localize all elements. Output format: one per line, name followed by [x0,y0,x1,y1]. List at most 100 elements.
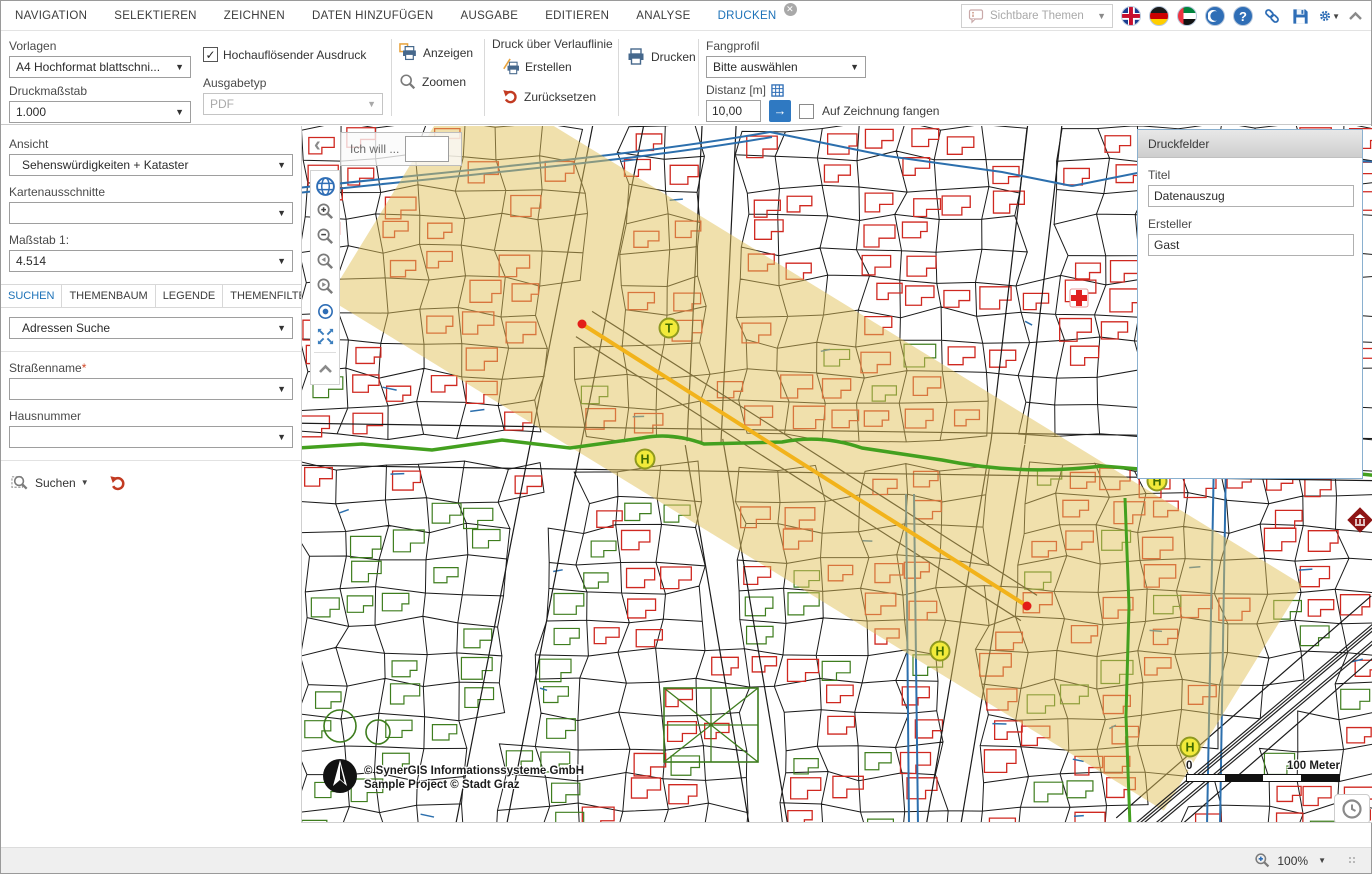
map-marker-t-0[interactable]: T [659,318,680,339]
anzeigen-button[interactable]: Anzeigen [399,43,473,62]
help-icon[interactable]: ? [1233,6,1253,26]
massstab-value: 4.514 [16,254,46,268]
map-attribution: © SynerGIS Informationssysteme GmbH Samp… [364,764,584,792]
language-english-icon[interactable] [1121,6,1141,26]
page-zoom-icon[interactable] [1254,852,1271,869]
fangen-label: Auf Zeichnung fangen [822,104,939,118]
zuruecksetzen-button[interactable]: Zurücksetzen [502,88,613,105]
scale-distance-label: 100 Meter [1287,760,1340,772]
tab-ausgabe[interactable]: AUSGABE [461,10,519,22]
suchen-caret-icon[interactable]: ▼ [81,478,89,487]
link-icon[interactable] [1261,6,1282,27]
hochaufloesend-checkbox-row[interactable]: ✓ Hochauflösender Ausdruck [203,47,383,62]
top-tab-bar: NAVIGATION SELEKTIEREN ZEICHNEN DATEN HI… [1,1,1371,31]
map-viewport[interactable]: ‹ Ich will ... [301,126,1372,823]
suchen-button[interactable]: Suchen ▼ [11,473,89,492]
ersteller-label: Ersteller [1148,217,1352,231]
sidebar-tab-suchen[interactable]: SUCHEN [1,285,62,307]
vorlagen-select[interactable]: A4 Hochformat blattschni...▼ [9,56,191,78]
gear-caret-icon: ▼ [1332,12,1340,21]
scale-zero-label: 0 [1186,760,1192,772]
drucken-button[interactable]: Drucken [626,47,696,67]
night-mode-icon[interactable] [1205,6,1225,26]
ich-will-input[interactable] [405,136,449,162]
language-german-icon[interactable] [1149,6,1169,26]
massstab-select[interactable]: 4.514▼ [9,250,293,272]
ich-will-label: Ich will ... [350,142,399,156]
anzeigen-label: Anzeigen [423,46,473,60]
map-marker-h-3[interactable]: H [930,641,951,662]
strassenname-select[interactable]: ▼ [9,378,293,400]
grid-icon[interactable] [771,84,784,97]
distanz-label: Distanz [m] [706,83,766,97]
distanz-input[interactable] [706,100,761,122]
next-extent-icon[interactable] [312,274,338,299]
sidebar-tab-legende[interactable]: LEGENDE [156,285,224,307]
zoom-icon [399,73,417,91]
zoomen-label: Zoomen [422,75,466,89]
scale-bar: 0 100 Meter [1186,760,1340,782]
hochaufloesend-label: Hochauflösender Ausdruck [223,48,366,62]
tab-analyse[interactable]: ANALYSE [636,10,690,22]
massstab-label: Maßstab 1: [9,233,293,247]
hochaufloesend-checkbox[interactable]: ✓ [203,47,218,62]
strassenname-label: Straßenname* [9,361,293,375]
tab-drucken[interactable]: DRUCKEN ✕ [718,10,793,22]
tab-zeichnen[interactable]: ZEICHNEN [224,10,285,22]
hausnummer-select[interactable]: ▼ [9,426,293,448]
map-marker-h-4[interactable]: H [1180,737,1201,758]
gear-icon[interactable]: ▼ [1319,6,1340,27]
erstellen-button[interactable]: Erstellen [502,58,613,76]
ersteller-input[interactable] [1148,234,1354,256]
page-zoom-caret-icon[interactable]: ▼ [1318,856,1326,865]
druckfelder-panel-header[interactable]: Druckfelder [1138,130,1362,158]
visible-themes-label: Sichtbare Themen [990,10,1084,22]
vorlagen-label: Vorlagen [9,39,191,53]
tab-daten-hinzufuegen[interactable]: DATEN HINZUFÜGEN [312,10,434,22]
visible-themes-dropdown[interactable]: Sichtbare Themen ▼ [961,4,1113,28]
fangprofil-select[interactable]: Bitte auswählen▼ [706,56,866,78]
sidebar-tab-themenbaum[interactable]: THEMENBAUM [62,285,155,307]
fangen-checkbox[interactable] [799,104,814,119]
previous-extent-icon[interactable] [312,249,338,274]
save-icon[interactable] [1290,6,1311,27]
druckmassstab-select[interactable]: 1.000▼ [9,101,191,123]
kartenausschnitte-label: Kartenausschnitte [9,185,293,199]
full-extent-icon[interactable] [312,324,338,349]
chevron-down-icon: ▼ [1097,11,1106,21]
create-profile-line-icon [502,58,520,76]
toolbar-collapse-icon[interactable] [312,356,338,381]
ich-will-widget[interactable]: Ich will ... [340,132,462,166]
language-arabic-icon[interactable] [1177,6,1197,26]
overview-globe-icon[interactable] [312,174,338,199]
collapse-ribbon-icon[interactable] [1348,9,1363,24]
close-tab-icon[interactable]: ✕ [784,3,797,16]
kartenausschnitte-select[interactable]: ▼ [9,202,293,224]
tab-selektieren[interactable]: SELEKTIEREN [114,10,197,22]
reset-search-icon[interactable] [109,474,127,492]
collapse-panel-icon[interactable]: ‹ [314,134,321,157]
tab-navigation[interactable]: NAVIGATION [15,10,87,22]
ausgabetyp-value: PDF [210,97,234,111]
zoomen-button[interactable]: Zoomen [399,73,473,91]
zoom-in-icon[interactable] [312,199,338,224]
tab-editieren[interactable]: EDITIEREN [545,10,609,22]
fangprofil-value: Bitte auswählen [713,60,798,74]
titel-input[interactable] [1148,185,1354,207]
fangprofil-label: Fangprofil [706,39,1036,53]
erstellen-label: Erstellen [525,60,572,74]
compass-icon [320,756,360,796]
ausgabetyp-select[interactable]: PDF▼ [203,93,383,115]
zoom-out-icon[interactable] [312,224,338,249]
ansicht-select[interactable]: Sehenswürdigkeiten + Kataster▼ [9,154,293,176]
print-icon [626,47,646,67]
search-type-select[interactable]: Adressen Suche▼ [9,317,293,339]
drucken-ribbon: Vorlagen A4 Hochformat blattschni...▼ Dr… [1,31,1371,125]
time-slider-button[interactable] [1334,794,1370,823]
apply-distance-button[interactable]: → [769,100,791,122]
center-map-icon[interactable] [312,299,338,324]
map-marker-h-1[interactable]: H [635,449,656,470]
ansicht-label: Ansicht [9,137,293,151]
resize-grip[interactable] [1348,856,1357,865]
map-toolbar [310,170,340,385]
